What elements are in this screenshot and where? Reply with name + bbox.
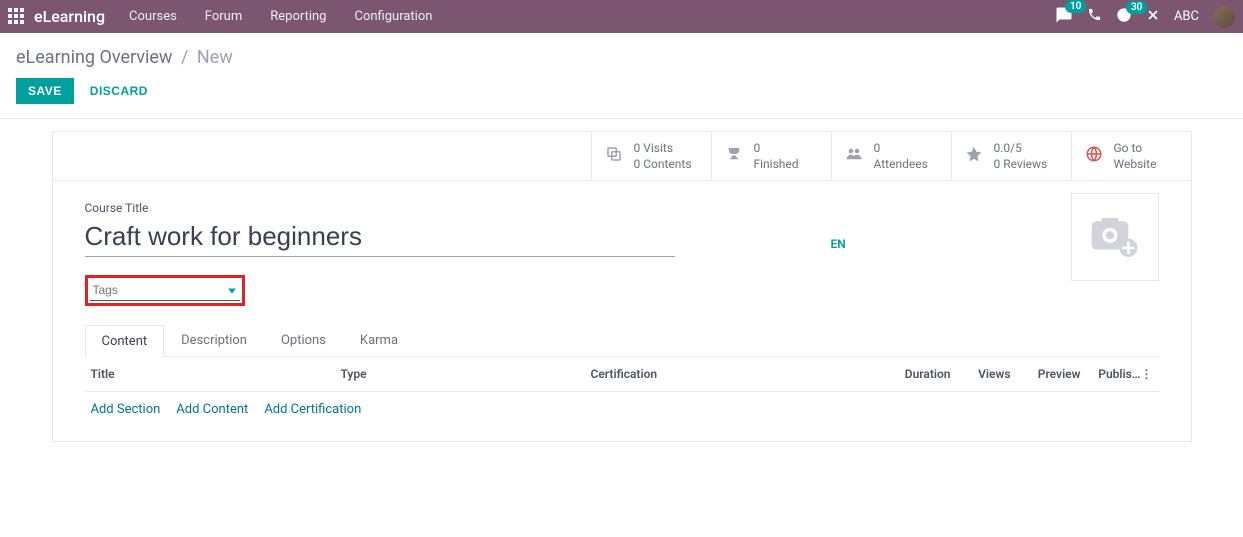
activities-icon[interactable]: 30 <box>1116 7 1132 27</box>
col-cert: Certification <box>591 367 871 381</box>
breadcrumb-current: New <box>197 47 233 68</box>
nav-reporting[interactable]: Reporting <box>270 9 326 24</box>
course-title-label: Course Title <box>85 201 1159 215</box>
user-avatar[interactable] <box>1213 6 1235 28</box>
col-views: Views <box>951 367 1011 381</box>
phone-icon[interactable] <box>1087 7 1102 26</box>
globe-icon <box>1084 145 1104 167</box>
breadcrumb: eLearning Overview / New <box>16 47 1227 68</box>
language-button[interactable]: EN <box>831 237 846 251</box>
add-certification-link[interactable]: Add Certification <box>264 402 361 417</box>
add-section-link[interactable]: Add Section <box>91 402 161 417</box>
divider <box>0 118 1243 119</box>
add-content-link[interactable]: Add Content <box>176 402 248 417</box>
col-type: Type <box>341 367 591 381</box>
trophy-icon <box>724 145 744 167</box>
col-preview: Preview <box>1011 367 1081 381</box>
form-sheet: 0 Visits 0 Contents 0 Finished 0 Attende… <box>52 131 1192 442</box>
app-brand[interactable]: eLearning <box>34 7 105 26</box>
apps-grid-icon[interactable] <box>8 8 26 26</box>
stat-website-line1: Go to <box>1114 140 1157 156</box>
table-menu-icon[interactable]: ⋮ <box>1141 367 1153 381</box>
tab-description[interactable]: Description <box>164 324 264 356</box>
action-bar: SAVE DISCARD <box>0 78 1243 118</box>
content-table-header: Title Type Certification Duration Views … <box>85 357 1159 392</box>
content-add-links: Add Section Add Content Add Certificatio… <box>85 392 1159 441</box>
activities-badge: 30 <box>1126 1 1147 14</box>
col-duration: Duration <box>871 367 951 381</box>
copy-icon <box>604 145 624 167</box>
stat-website[interactable]: Go to Website <box>1071 132 1191 180</box>
nav-courses[interactable]: Courses <box>129 9 177 24</box>
nav-forum[interactable]: Forum <box>205 9 242 24</box>
tab-content[interactable]: Content <box>85 325 165 357</box>
stat-visits-line1: 0 Visits <box>634 140 692 156</box>
course-title-input[interactable] <box>85 219 675 257</box>
stat-finished-line1: 0 <box>754 140 799 156</box>
user-name[interactable]: ABC <box>1174 9 1199 24</box>
tab-karma[interactable]: Karma <box>343 324 415 356</box>
breadcrumb-bar: eLearning Overview / New <box>0 33 1243 78</box>
form-tabs: Content Description Options Karma Title … <box>85 324 1159 441</box>
tab-options[interactable]: Options <box>264 324 343 356</box>
messages-badge: 10 <box>1065 0 1086 13</box>
discard-button[interactable]: DISCARD <box>86 78 152 104</box>
nav-configuration[interactable]: Configuration <box>354 9 432 24</box>
stat-rating-line1: 0.0/5 <box>994 140 1048 156</box>
stat-attendees-line1: 0 <box>874 140 928 156</box>
stat-website-line2: Website <box>1114 156 1157 172</box>
star-icon <box>964 145 984 167</box>
stat-attendees[interactable]: 0 Attendees <box>831 132 951 180</box>
stat-buttons-row: 0 Visits 0 Contents 0 Finished 0 Attende… <box>53 132 1191 181</box>
users-icon <box>844 145 864 167</box>
stat-visits[interactable]: 0 Visits 0 Contents <box>591 132 711 180</box>
course-image-placeholder[interactable] <box>1071 193 1159 281</box>
stat-visits-line2: 0 Contents <box>634 156 692 172</box>
stat-rating-line2: 0 Reviews <box>994 156 1048 172</box>
stat-rating[interactable]: 0.0/5 0 Reviews <box>951 132 1071 180</box>
tags-highlight-box <box>85 275 245 306</box>
stat-finished-line2: Finished <box>754 156 799 172</box>
top-navbar: eLearning Courses Forum Reporting Config… <box>0 0 1243 33</box>
tags-input[interactable] <box>90 280 240 301</box>
col-publish: Publis… <box>1081 367 1141 381</box>
breadcrumb-link[interactable]: eLearning Overview <box>16 47 172 68</box>
stat-attendees-line2: Attendees <box>874 156 928 172</box>
col-title: Title <box>91 367 341 381</box>
save-button[interactable]: SAVE <box>16 78 74 104</box>
messages-icon[interactable]: 10 <box>1055 6 1073 28</box>
stat-finished[interactable]: 0 Finished <box>711 132 831 180</box>
close-tray-icon[interactable] <box>1146 8 1160 26</box>
